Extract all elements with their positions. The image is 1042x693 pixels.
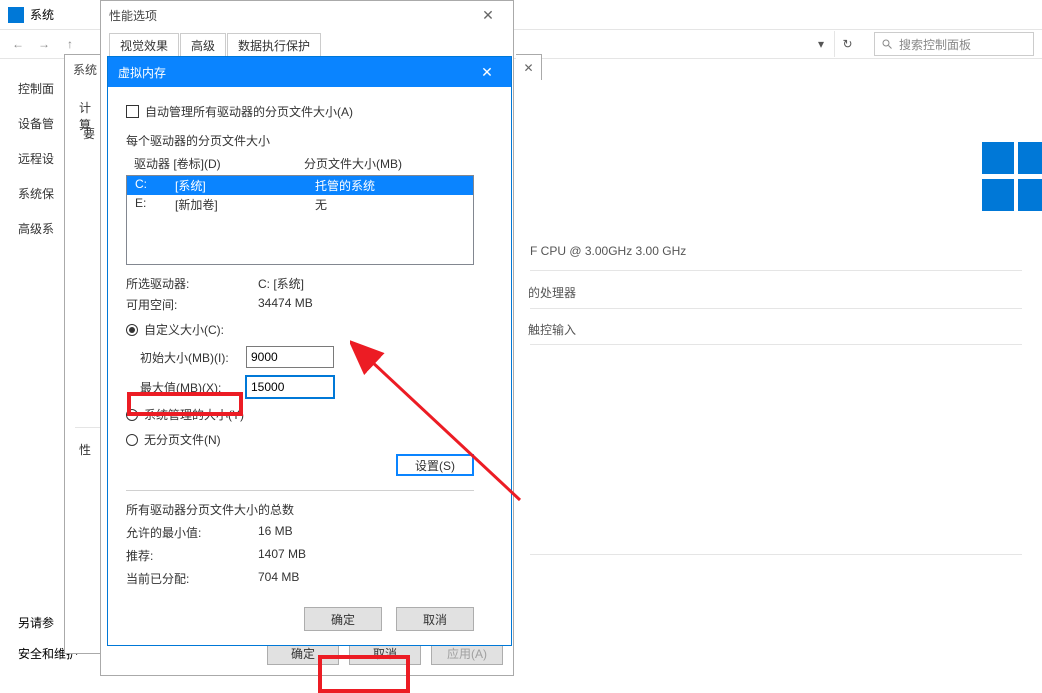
- dialog-title: 性能选项: [109, 7, 157, 24]
- col-drive: 驱动器 [卷标](D): [134, 155, 304, 172]
- drive-letter: E:: [135, 196, 175, 213]
- separator: [530, 270, 1022, 271]
- value: C: [系统]: [258, 275, 304, 292]
- separator: [530, 344, 1022, 345]
- max-size-input[interactable]: [246, 376, 334, 398]
- dialog-title: 虚拟内存: [118, 64, 166, 81]
- search-input[interactable]: 搜索控制面板: [874, 32, 1034, 56]
- back-icon[interactable]: ←: [8, 37, 28, 51]
- sidebar-item[interactable]: 控制面: [18, 80, 54, 97]
- drive-row[interactable]: C: [系统] 托管的系统: [127, 176, 473, 195]
- label: 推荐:: [126, 547, 258, 564]
- cpu-text: F CPU @ 3.00GHz 3.00 GHz: [530, 244, 686, 258]
- system-properties-dialog: 系统 计算 要 性: [64, 54, 100, 654]
- label: 要: [83, 125, 95, 142]
- auto-manage-checkbox[interactable]: 自动管理所有驱动器的分页文件大小(A): [126, 103, 493, 120]
- value: 704 MB: [258, 570, 299, 587]
- drive-list-header: 驱动器 [卷标](D) 分页文件大小(MB): [126, 155, 493, 172]
- sidebar: 控制面 设备管 远程设 系统保 高级系: [18, 80, 54, 237]
- tab-advanced[interactable]: 高级: [180, 33, 226, 57]
- radio-icon: [126, 324, 138, 336]
- label: 所选驱动器:: [126, 275, 258, 292]
- label: 当前已分配:: [126, 570, 258, 587]
- processor-text: 的处理器: [528, 284, 576, 301]
- col-size: 分页文件大小(MB): [304, 155, 402, 172]
- radio-icon: [126, 409, 138, 421]
- radio-label: 无分页文件(N): [144, 431, 221, 448]
- chevron-down-icon[interactable]: ▾: [818, 37, 824, 51]
- label: 可用空间:: [126, 296, 258, 313]
- drive-label: [新加卷]: [175, 196, 315, 213]
- selected-drive: 所选驱动器: C: [系统]: [126, 275, 493, 292]
- drive-letter: C:: [135, 177, 175, 194]
- close-icon[interactable]: ✕: [516, 54, 542, 80]
- radio-no-paging[interactable]: 无分页文件(N): [126, 431, 493, 448]
- initial-size-input[interactable]: [246, 346, 334, 368]
- tabstrip: 视觉效果 高级 数据执行保护: [109, 33, 505, 57]
- totals-label: 所有驱动器分页文件大小的总数: [126, 501, 493, 518]
- tab-dep[interactable]: 数据执行保护: [227, 33, 321, 57]
- separator: [530, 308, 1022, 309]
- initial-size-label: 初始大小(MB)(I):: [126, 349, 246, 366]
- free-space: 可用空间: 34474 MB: [126, 296, 493, 313]
- section-label: 每个驱动器的分页文件大小: [126, 132, 493, 149]
- close-icon[interactable]: ✕: [471, 7, 505, 24]
- tab-visual[interactable]: 视觉效果: [109, 33, 179, 57]
- forward-icon[interactable]: →: [34, 37, 54, 51]
- system-icon: [8, 7, 24, 23]
- value: 1407 MB: [258, 547, 306, 564]
- sidebar-item[interactable]: 系统保: [18, 185, 54, 202]
- close-icon[interactable]: ✕: [467, 58, 507, 86]
- radio-icon: [126, 434, 138, 446]
- drive-size: 无: [315, 196, 327, 213]
- search-placeholder: 搜索控制面板: [899, 36, 971, 53]
- up-icon[interactable]: ↑: [60, 37, 80, 51]
- separator: [530, 554, 1022, 555]
- max-size-label: 最大值(MB)(X):: [126, 379, 246, 396]
- radio-label: 自定义大小(C):: [144, 321, 224, 338]
- value: 34474 MB: [258, 296, 313, 313]
- separator: [126, 490, 474, 491]
- label: 性: [79, 441, 91, 458]
- refresh-icon[interactable]: ↻: [834, 31, 860, 57]
- sidebar-item[interactable]: 远程设: [18, 150, 54, 167]
- drive-row[interactable]: E: [新加卷] 无: [127, 195, 473, 214]
- radio-system-managed[interactable]: 系统管理的大小(Y): [126, 406, 493, 423]
- sidebar-item[interactable]: 设备管: [18, 115, 54, 132]
- radio-custom-size[interactable]: 自定义大小(C):: [126, 321, 493, 338]
- touch-text: 触控输入: [528, 321, 576, 338]
- drive-label: [系统]: [175, 177, 315, 194]
- radio-label: 系统管理的大小(Y): [144, 406, 244, 423]
- label: 允许的最小值:: [126, 524, 258, 541]
- drive-list[interactable]: C: [系统] 托管的系统 E: [新加卷] 无: [126, 175, 474, 265]
- dialog-title: 系统: [65, 55, 100, 83]
- search-icon: [881, 38, 893, 50]
- sidebar-item[interactable]: 高级系: [18, 220, 54, 237]
- cancel-button[interactable]: 取消: [396, 607, 474, 631]
- checkbox-label: 自动管理所有驱动器的分页文件大小(A): [145, 103, 353, 120]
- ok-button[interactable]: 确定: [304, 607, 382, 631]
- virtual-memory-dialog: 虚拟内存 ✕ 自动管理所有驱动器的分页文件大小(A) 每个驱动器的分页文件大小 …: [107, 56, 512, 646]
- value: 16 MB: [258, 524, 293, 541]
- windows-logo-icon: [982, 142, 1042, 212]
- set-button[interactable]: 设置(S): [396, 454, 474, 476]
- window-title: 系统: [30, 6, 54, 23]
- separator: [75, 427, 100, 428]
- checkbox-icon: [126, 105, 139, 118]
- drive-size: 托管的系统: [315, 177, 375, 194]
